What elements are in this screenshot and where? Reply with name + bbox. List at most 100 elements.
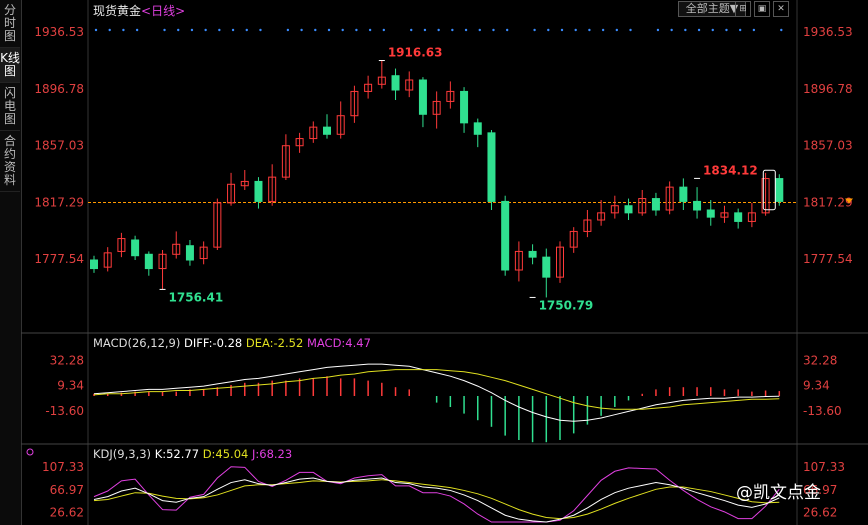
- candle-body: [528, 250, 537, 258]
- kdj-j-value: J:68.23: [252, 447, 293, 461]
- event-dot: [547, 28, 550, 32]
- event-dot: [574, 28, 577, 32]
- event-dot: [423, 28, 427, 32]
- candle-body: [131, 239, 140, 257]
- candle-body: [144, 253, 153, 270]
- event-dot: [533, 28, 536, 32]
- kdj-title: KDJ(9,3,3): [93, 447, 152, 461]
- kdj-d-value: D:45.04: [202, 447, 249, 461]
- event-dot: [94, 28, 98, 32]
- event-dot: [780, 28, 783, 32]
- candle-body: [501, 200, 510, 271]
- kdj-y-tick-left: 26.62: [50, 506, 84, 520]
- candle-body: [418, 79, 427, 115]
- kdj-y-tick-right: 107.33: [803, 460, 845, 474]
- event-dot: [560, 28, 564, 32]
- event-dot: [368, 28, 372, 32]
- kdj-j-line: [93, 466, 780, 523]
- price-y-tick-left: 1777.54: [34, 252, 84, 266]
- candle-body: [651, 198, 660, 211]
- kdj-y-tick-left: 107.33: [42, 460, 84, 474]
- event-dot: [451, 28, 454, 32]
- macd-dif-value: DIFF:-0.28: [184, 336, 243, 350]
- extreme-label: 1750.79: [539, 298, 594, 312]
- macd-title: MACD(26,12,9): [93, 336, 181, 350]
- macd-dif-line: [93, 363, 780, 422]
- candle-body: [460, 90, 469, 124]
- candle-body: [90, 259, 98, 270]
- event-dot: [711, 28, 714, 32]
- macd-y-tick-left: 9.34: [57, 379, 84, 393]
- event-dot: [190, 28, 194, 32]
- extreme-label: 1756.41: [169, 290, 224, 304]
- event-dot: [286, 28, 290, 32]
- event-dot: [231, 28, 235, 32]
- event-dot: [464, 28, 468, 32]
- kdj-y-tick-left: 66.97: [50, 483, 84, 497]
- kdj-marker-icon: [26, 448, 34, 456]
- event-dot: [601, 28, 605, 32]
- event-dot: [684, 28, 687, 32]
- candle-body: [254, 180, 263, 202]
- event-dot: [218, 28, 221, 32]
- candle-body: [693, 200, 702, 211]
- kdj-y-tick-right: 26.62: [803, 506, 837, 520]
- price-y-tick-right: 1777.54: [803, 252, 853, 266]
- event-dot: [656, 28, 660, 32]
- macd-y-tick-right: -13.60: [803, 404, 842, 418]
- event-dot: [738, 28, 742, 32]
- event-dot: [327, 28, 331, 32]
- event-dot: [505, 28, 509, 32]
- event-dot: [259, 28, 262, 32]
- macd-legend: MACD(26,12,9) DIFF:-0.28 DEA:-2.52 MACD:…: [93, 336, 371, 350]
- macd-y-tick-left: 32.28: [50, 353, 84, 367]
- candle-body: [775, 178, 784, 202]
- candle-body: [624, 205, 633, 214]
- candle-body: [706, 209, 715, 218]
- candle-body: [473, 122, 482, 135]
- kdj-k-line: [93, 477, 780, 523]
- event-dot: [204, 28, 207, 32]
- candle-body: [487, 132, 496, 202]
- event-dot: [314, 28, 317, 32]
- event-dot: [629, 28, 632, 32]
- event-dot: [300, 28, 303, 32]
- event-dot: [245, 28, 248, 32]
- price-y-tick-left: 1936.53: [34, 25, 84, 39]
- event-dot: [122, 28, 125, 32]
- event-dot: [615, 28, 619, 32]
- candle-body: [679, 186, 688, 202]
- macd-macd-value: MACD:4.47: [306, 336, 371, 350]
- kdj-legend: KDJ(9,3,3) K:52.77 D:45.04 J:68.23: [93, 447, 292, 461]
- event-dot: [670, 28, 673, 32]
- candle-body: [542, 256, 551, 278]
- event-dot: [588, 28, 591, 32]
- macd-dea-value: DEA:-2.52: [245, 336, 304, 350]
- price-y-tick-right: 1817.29: [803, 195, 853, 209]
- extreme-label: 1916.63: [388, 46, 443, 60]
- watermark: @凯文点金: [736, 483, 821, 503]
- event-dot: [355, 28, 358, 32]
- event-dot: [135, 28, 139, 32]
- event-dot: [725, 28, 728, 32]
- event-dot: [108, 28, 111, 32]
- price-y-tick-right: 1896.78: [803, 82, 853, 96]
- event-dot: [478, 28, 481, 32]
- price-y-tick-left: 1817.29: [34, 195, 84, 209]
- event-dot: [177, 28, 180, 32]
- price-y-tick-right: 1936.53: [803, 25, 853, 39]
- event-dot: [410, 28, 413, 32]
- event-dot: [437, 28, 440, 32]
- candle-body: [323, 126, 331, 135]
- macd-dea-line: [93, 369, 780, 410]
- event-dot: [163, 28, 166, 32]
- event-dot: [697, 28, 701, 32]
- candle-body: [391, 75, 400, 91]
- event-dot: [492, 28, 495, 32]
- price-y-tick-right: 1857.03: [803, 139, 853, 153]
- candle-body: [734, 212, 743, 222]
- kdj-k-value: K:52.77: [154, 447, 200, 461]
- candle-body: [185, 245, 194, 261]
- macd-y-tick-right: 32.28: [803, 353, 837, 367]
- macd-y-tick-right: 9.34: [803, 379, 830, 393]
